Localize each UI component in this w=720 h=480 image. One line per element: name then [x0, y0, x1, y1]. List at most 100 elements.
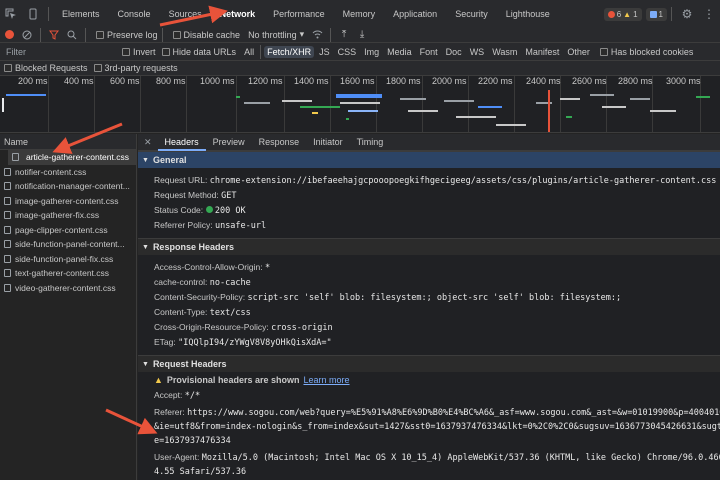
request-row[interactable]: image-gatherer-fix.css: [0, 208, 136, 223]
stylesheet-icon: [4, 182, 11, 191]
response-headers-section-header[interactable]: ▼ Response Headers: [138, 238, 720, 255]
tab-network[interactable]: Network: [210, 0, 265, 29]
filter-type-doc[interactable]: Doc: [443, 46, 465, 58]
waterfall-bar: [456, 116, 496, 118]
tab-application[interactable]: Application: [384, 0, 446, 29]
header-value-continued: &ie=utf8&from=index-nologin&s_from=index…: [154, 422, 720, 432]
tab-headers[interactable]: Headers: [157, 134, 206, 151]
filter-type-manifest[interactable]: Manifest: [522, 46, 562, 58]
header-key: Content-Security-Policy:: [154, 292, 246, 302]
tab-memory[interactable]: Memory: [334, 0, 385, 29]
header-key: Accept:: [154, 390, 183, 400]
invert-checkbox[interactable]: [122, 47, 130, 56]
filter-type-js[interactable]: JS: [316, 46, 333, 58]
filter-type-ws[interactable]: WS: [467, 46, 488, 58]
messages-badge[interactable]: 1: [645, 7, 667, 21]
detail-tab-bar: ✕ Headers Preview Response Initiator Tim…: [138, 134, 720, 151]
record-button[interactable]: [0, 27, 18, 43]
warning-icon: ▲: [623, 9, 632, 19]
tab-elements[interactable]: Elements: [53, 0, 109, 29]
learn-more-link[interactable]: Learn more: [303, 372, 349, 388]
waterfall-bar: [650, 110, 676, 112]
tab-sources[interactable]: Sources: [160, 0, 211, 29]
tab-preview[interactable]: Preview: [206, 134, 252, 151]
waterfall-bar: [312, 112, 318, 114]
export-har-icon[interactable]: ⤓: [353, 27, 371, 43]
tab-timing[interactable]: Timing: [350, 134, 391, 151]
error-icon: [607, 10, 615, 18]
filter-type-img[interactable]: Img: [361, 46, 382, 58]
blocked-requests-label: Blocked Requests: [15, 63, 88, 73]
name-column-header[interactable]: Name: [0, 134, 136, 150]
network-overview-timeline[interactable]: 200 ms 400 ms 600 ms 800 ms 1000 ms 1200…: [0, 76, 720, 133]
blocked-requests-checkbox[interactable]: [4, 64, 12, 72]
gridline: [330, 76, 331, 132]
tab-console[interactable]: Console: [109, 0, 160, 29]
filter-type-font[interactable]: Font: [417, 46, 441, 58]
filter-type-other[interactable]: Other: [564, 46, 593, 58]
throttling-select[interactable]: No throttling ▾: [248, 29, 304, 40]
request-row[interactable]: image-gatherer-content.css: [0, 194, 136, 209]
filter-type-media[interactable]: Media: [384, 46, 415, 58]
wifi-icon[interactable]: [308, 27, 326, 43]
request-row[interactable]: page-clipper-content.css: [0, 223, 136, 238]
disable-cache-checkbox[interactable]: [172, 30, 181, 39]
has-blocked-cookies-checkbox[interactable]: [599, 47, 608, 56]
request-headers-title: Request Headers: [152, 358, 227, 369]
request-headers-section-header[interactable]: ▼ Request Headers: [138, 355, 720, 372]
waterfall-bar: [244, 102, 270, 104]
import-har-icon[interactable]: ⤒: [335, 27, 353, 43]
triangle-down-icon: ▼: [142, 156, 149, 164]
filter-type-all[interactable]: All: [241, 46, 257, 58]
device-toolbar-icon[interactable]: [22, 0, 44, 29]
header-value: cross-origin: [271, 323, 333, 333]
waterfall-bar: [346, 118, 349, 120]
request-row[interactable]: text-gatherer-content.css: [0, 266, 136, 281]
filter-icon[interactable]: [45, 27, 63, 43]
request-row[interactable]: notifier-content.css: [0, 165, 136, 180]
third-party-checkbox[interactable]: [93, 64, 102, 72]
gridline: [376, 76, 377, 132]
tab-lighthouse[interactable]: Lighthouse: [497, 0, 559, 29]
header-row: Referer: https://www.sogou.com/web?query…: [138, 405, 720, 420]
warning-icon: ▲: [154, 375, 163, 385]
waterfall-bar: [236, 96, 240, 98]
clear-icon[interactable]: [18, 27, 36, 43]
search-icon[interactable]: [63, 27, 81, 43]
header-row: Request Method: GET: [138, 188, 720, 203]
provisional-warning: ▲ Provisional headers are shown Learn mo…: [138, 372, 720, 388]
request-row[interactable]: article-gatherer-content.css: [8, 150, 136, 165]
header-row: Content-Security-Policy: script-src 'sel…: [138, 290, 720, 305]
request-row[interactable]: video-gatherer-content.css: [0, 281, 136, 296]
tab-initiator[interactable]: Initiator: [306, 134, 350, 151]
filter-type-wasm[interactable]: Wasm: [489, 46, 520, 58]
close-icon[interactable]: ✕: [138, 137, 158, 148]
inspect-element-icon[interactable]: [0, 0, 22, 29]
header-value: Mozilla/5.0 (Macintosh; Intel Mac OS X 1…: [201, 453, 720, 463]
waterfall-bar: [408, 110, 438, 112]
filter-type-fetch-xhr[interactable]: Fetch/XHR: [264, 45, 315, 58]
preserve-log-checkbox[interactable]: [96, 30, 104, 39]
header-row: cache-control: no-cache: [138, 275, 720, 290]
gear-icon[interactable]: ⚙: [676, 0, 698, 29]
request-row[interactable]: side-function-panel-fix.css: [0, 252, 136, 267]
timeline-tick: 2400 ms: [526, 76, 561, 86]
request-row[interactable]: side-function-panel-content...: [0, 237, 136, 252]
stylesheet-icon: [4, 167, 11, 176]
header-key: Status Code:: [154, 205, 204, 215]
hide-data-urls-checkbox[interactable]: [161, 47, 170, 56]
filter-input[interactable]: Filter: [4, 45, 116, 59]
more-options-icon[interactable]: ⋮: [698, 0, 720, 29]
tab-response[interactable]: Response: [252, 134, 307, 151]
network-toolbar: Preserve log Disable cache No throttling…: [0, 27, 720, 43]
header-row: Accept: */*: [138, 388, 720, 403]
request-row[interactable]: notification-manager-content...: [0, 179, 136, 194]
general-section-header[interactable]: ▼ General: [138, 151, 720, 168]
timeline-tick: 200 ms: [18, 76, 48, 86]
request-name: article-gatherer-content.css: [26, 152, 129, 163]
filter-type-css[interactable]: CSS: [335, 46, 360, 58]
request-name: notification-manager-content...: [15, 181, 130, 192]
issue-counts[interactable]: 6 ▲ 1: [603, 7, 642, 21]
tab-performance[interactable]: Performance: [264, 0, 334, 29]
tab-security[interactable]: Security: [446, 0, 497, 29]
